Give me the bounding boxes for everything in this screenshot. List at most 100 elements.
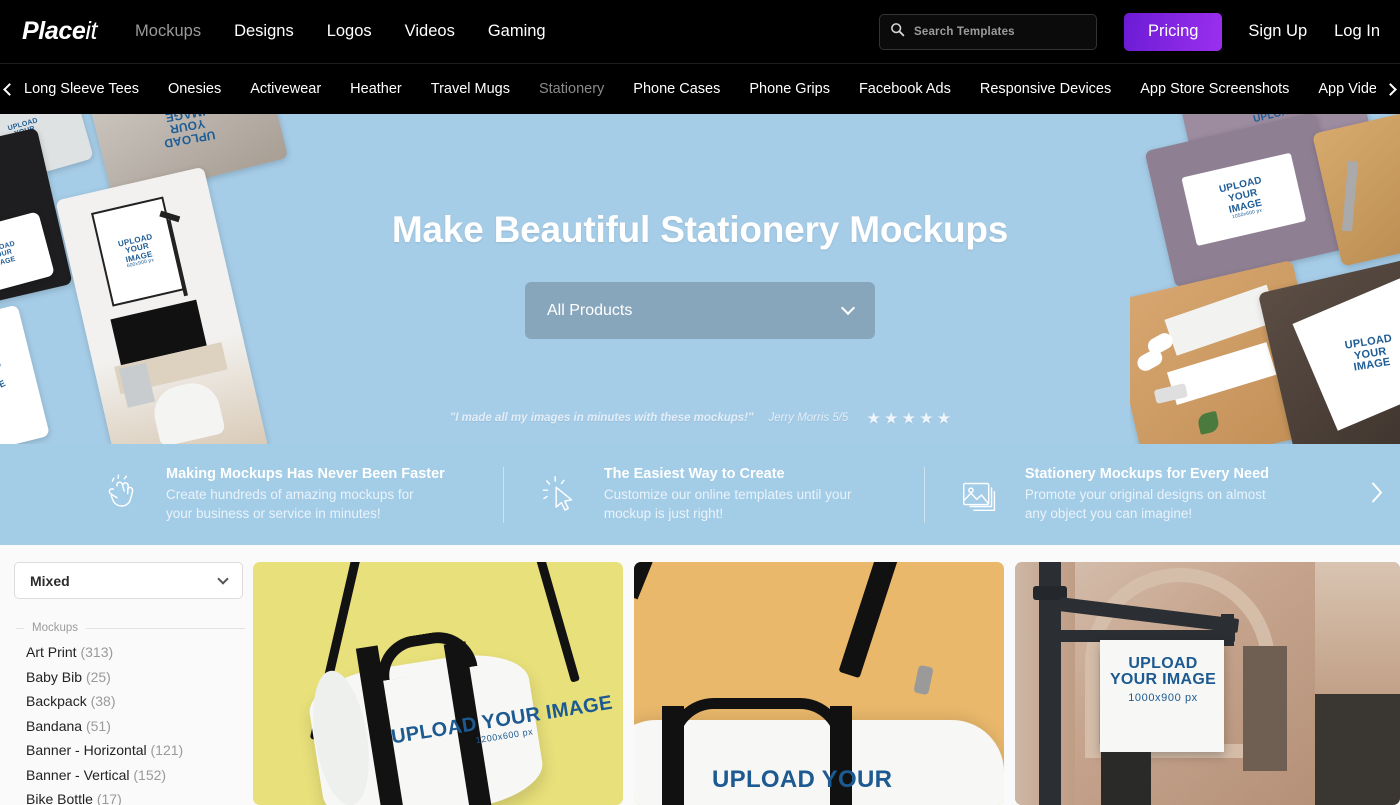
category-count: (313) [80,644,114,660]
chevron-right-icon [1372,482,1382,502]
subnav-item-travel-mugs[interactable]: Travel Mugs [431,81,510,97]
category-name: Banner - Vertical [26,766,130,783]
category-count: (51) [85,717,111,734]
sidebar-item-bandana[interactable]: Bandana (51) [26,718,253,734]
placeit-logo[interactable]: Placeit [22,17,97,46]
subnav-prev-button[interactable] [0,64,24,114]
nav-item-videos[interactable]: Videos [405,22,455,41]
feature-divider [502,466,504,523]
sidebar-item-bike-bottle[interactable]: Bike Bottle (17) [26,791,253,805]
chevron-right-icon [1384,83,1397,96]
upload-image-label: UPLOAD YOUR IMAGE 1000x900 px [1109,655,1217,704]
category-count: (17) [96,791,122,805]
top-header: Placeit Mockups Designs Logos Videos Gam… [0,0,1400,63]
chevron-left-icon [3,83,16,96]
feature-strip: Making Mockups Has Never Been Faster Cre… [0,444,1400,545]
feature-item-2: The Easiest Way to Create Customize our … [534,466,866,524]
feature-item-3: Stationery Mockups for Every Need Promot… [955,466,1287,524]
sidebar-item-banner-vertical[interactable]: Banner - Vertical (152) [26,767,253,783]
nav-item-designs[interactable]: Designs [234,22,294,41]
chevron-down-icon [840,300,856,316]
hero-banner: UPLOADYOURIMAGE UPLOADYOURIMAGE825x1250 … [0,114,1400,444]
mockup-thumb: UPLOAD YOUR IMAGE 600x900 px [55,166,269,444]
product-select-value: All Products [547,301,633,319]
mixed-filter-value: Mixed [30,572,70,589]
signup-link[interactable]: Sign Up [1248,22,1307,41]
cursor-click-icon [534,472,586,518]
feature-desc-3: Promote your original designs on almost … [1024,486,1266,521]
divider-line [86,627,245,629]
star-icon: ★ [937,410,951,426]
upload-text: UPLOAD YOUR IMAGE [1109,655,1217,689]
search-input[interactable] [913,25,1086,38]
upload-image-label: UPLOAD YOUR [712,766,893,793]
feature-text-3: Stationery Mockups for Every Need Promot… [1025,466,1287,524]
product-select[interactable]: All Products [525,282,875,339]
category-name: Bike Bottle [26,791,93,805]
star-icon: ★ [867,410,880,426]
category-count: (121) [150,742,184,758]
feature-title-1: Making Mockups Has Never Been Faster [166,465,445,482]
image-stack-icon [955,472,1007,518]
subnav-next-button[interactable] [1376,64,1400,114]
star-icon: ★ [884,410,898,426]
category-name: Art Print [26,644,77,660]
nav-item-mockups[interactable]: Mockups [135,22,201,41]
category-name: Backpack [26,693,87,709]
subnav-item-facebook-ads[interactable]: Facebook Ads [859,81,951,97]
search-box[interactable] [878,13,1097,50]
chevron-down-icon [217,572,229,585]
divider-line [16,627,24,629]
feature-item-1: Making Mockups Has Never Been Faster Cre… [96,466,445,524]
testimonial-quote: "I made all my images in minutes with th… [449,412,754,424]
nav-item-logos[interactable]: Logos [327,22,372,41]
subnav-item-onesies[interactable]: Onesies [168,81,221,97]
feature-text-1: Making Mockups Has Never Been Faster Cre… [166,466,445,524]
sidebar-item-baby-bib[interactable]: Baby Bib (25) [26,669,253,685]
header-actions: Pricing Sign Up Log In [878,0,1380,63]
template-card-duffle-bag-yellow[interactable]: UPLOAD YOUR IMAGE 1200x600 px [253,562,623,805]
subnav-item-phone-cases[interactable]: Phone Cases [633,81,720,97]
category-name: Bandana [26,717,83,734]
category-name: Baby Bib [26,668,83,685]
snap-fingers-icon [96,472,148,518]
hero-title: Make Beautiful Stationery Mockups [391,209,1009,250]
feature-divider [923,466,925,523]
star-icon: ★ [920,410,933,426]
main-nav: Mockups Designs Logos Videos Gaming [135,22,546,41]
hero-collage-left: UPLOADYOURIMAGE UPLOADYOURIMAGE825x1250 … [0,114,300,444]
category-count: (25) [85,668,111,685]
sidebar-item-backpack[interactable]: Backpack (38) [26,693,253,709]
sidebar-item-banner-horizontal[interactable]: Banner - Horizontal (121) [26,742,253,758]
subnav-item-heather[interactable]: Heather [350,81,402,97]
template-grid: UPLOAD YOUR IMAGE 1200x600 px UPLOAD YOU… [253,562,1400,805]
subnav-item-responsive-devices[interactable]: Responsive Devices [980,81,1111,97]
logo-light-text: it [85,17,98,45]
sidebar-section-label: Mockups [32,622,79,634]
sidebar-item-art-print[interactable]: Art Print (313) [26,644,253,660]
login-link[interactable]: Log In [1334,22,1380,41]
feature-desc-1: Create hundreds of amazing mockups for y… [166,486,414,521]
pricing-button[interactable]: Pricing [1123,12,1223,51]
subnav-items: Long Sleeve Tees Onesies Activewear Heat… [24,81,1400,97]
search-icon [890,22,905,42]
mixed-filter-select[interactable]: Mixed [14,562,243,599]
subnav-item-phone-grips[interactable]: Phone Grips [749,81,830,97]
subnav-item-long-sleeve-tees[interactable]: Long Sleeve Tees [24,81,139,97]
subnav-item-stationery[interactable]: Stationery [539,81,604,97]
mockup-thumb: UPLOADYOURIMAGE [0,304,50,444]
subnav-item-activewear[interactable]: Activewear [250,81,321,97]
star-icon: ★ [902,410,916,426]
upload-size: 1000x900 px [1128,691,1198,704]
category-name: Banner - Horizontal [26,742,147,758]
upload-text: UPLOAD YOUR [712,766,893,793]
template-card-duffle-bag-orange[interactable]: UPLOAD YOUR [634,562,1004,805]
subnav-item-app-store-screenshots[interactable]: App Store Screenshots [1140,81,1289,97]
testimonial: "I made all my images in minutes with th… [450,411,950,425]
hero-collage-right: UPLOADYOURIMAGE1050x600 px UPLOADYOURIMA… [1130,114,1400,444]
category-count: (38) [90,693,116,709]
template-card-wall-sign[interactable]: UPLOAD YOUR IMAGE 1000x900 px [1015,562,1400,805]
nav-item-gaming[interactable]: Gaming [488,22,546,41]
feature-next-button[interactable] [1370,480,1384,509]
logo-bold-text: Place [22,17,86,45]
